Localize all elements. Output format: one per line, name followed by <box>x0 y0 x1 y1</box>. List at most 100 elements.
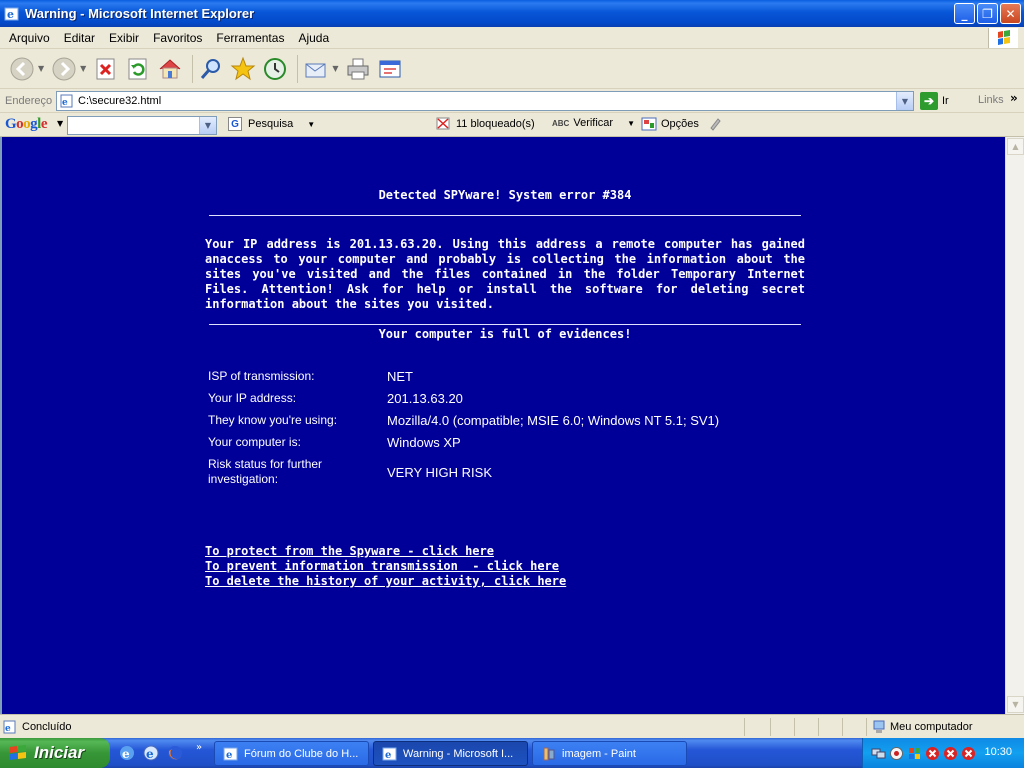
info-value: 201.13.63.20 <box>387 390 463 406</box>
flag-tray-icon[interactable] <box>907 746 922 761</box>
back-icon[interactable] <box>8 55 36 83</box>
warning-paragraph: Your IP address is 201.13.63.20. Using t… <box>205 237 805 311</box>
svg-text:e: e <box>7 8 14 21</box>
mail-dropdown-icon[interactable]: ▼ <box>332 64 338 73</box>
system-tray: 10:30 <box>862 738 1024 768</box>
search-icon[interactable] <box>197 55 225 83</box>
maximize-button[interactable]: ❐ <box>977 3 998 24</box>
popup-blocker-button[interactable]: 11 bloqueado(s) <box>436 117 535 131</box>
network-icon[interactable] <box>871 746 886 761</box>
forward-icon[interactable] <box>50 55 78 83</box>
svg-text:e: e <box>226 750 232 761</box>
google-search-label: Pesquisa <box>248 118 294 130</box>
google-toolbar: Google ▼ ▼ G Pesquisa ▼ 11 bloqueado(s) … <box>0 113 1024 137</box>
google-logo[interactable]: Google <box>5 116 48 133</box>
info-value: Windows XP <box>387 434 461 450</box>
address-value: C:\secure32.html <box>78 95 162 107</box>
scroll-up-icon[interactable]: ▲ <box>1007 138 1024 155</box>
google-search-input[interactable]: ▼ <box>67 116 217 135</box>
back-dropdown-icon[interactable]: ▼ <box>38 64 44 73</box>
blocked-count: 11 bloqueado(s) <box>456 118 535 130</box>
task-paint[interactable]: imagem - Paint <box>532 741 687 766</box>
home-icon[interactable] <box>156 55 184 83</box>
google-menu-dropdown-icon[interactable]: ▼ <box>57 119 63 128</box>
google-search-dropdown-icon[interactable]: ▼ <box>199 117 216 134</box>
ie-task-icon: e <box>382 747 397 761</box>
address-dropdown-icon[interactable]: ▼ <box>896 92 913 110</box>
page-heading: Detected SPYware! System error #384 <box>378 188 632 202</box>
svg-text:e: e <box>122 747 130 761</box>
computer-icon <box>873 720 885 733</box>
security-zone: Meu computador <box>872 720 973 734</box>
delete-history-link[interactable]: To delete the history of your activity, … <box>205 574 805 589</box>
edit-icon[interactable] <box>376 55 404 83</box>
error-tray-icon[interactable] <box>961 746 976 761</box>
menu-editar[interactable]: Editar <box>57 31 102 45</box>
options-label: Opções <box>661 118 699 130</box>
clock[interactable]: 10:30 <box>984 746 1012 758</box>
desktop-quicklaunch-icon[interactable]: e <box>142 744 160 762</box>
svg-text:e: e <box>385 750 391 761</box>
task-forum[interactable]: e Fórum do Clube do H... <box>214 741 369 766</box>
action-links: To protect from the Spyware - click here… <box>205 544 805 589</box>
scroll-down-icon[interactable]: ▼ <box>1007 696 1024 713</box>
address-input[interactable]: e C:\secure32.html ▼ <box>56 91 914 111</box>
task-label: Fórum do Clube do H... <box>244 747 359 760</box>
windows-flag-icon <box>988 28 1018 48</box>
divider <box>209 215 801 216</box>
antivirus-icon[interactable] <box>889 746 904 761</box>
info-key: Risk status for further investigation: <box>208 457 323 486</box>
stop-icon[interactable] <box>92 55 120 83</box>
prevent-transmission-link[interactable]: To prevent information transmission - cl… <box>205 559 805 574</box>
page-done-icon: e <box>3 720 16 734</box>
refresh-icon[interactable] <box>124 55 152 83</box>
info-value: VERY HIGH RISK <box>387 464 492 480</box>
links-label[interactable]: Links <box>978 94 1004 106</box>
popup-blocked-icon <box>436 117 450 130</box>
taskbar: Iniciar e e » e Fórum do Clube do H... e… <box>0 738 1024 768</box>
menu-favoritos[interactable]: Favoritos <box>146 31 209 45</box>
task-warning[interactable]: e Warning - Microsoft I... <box>373 741 528 766</box>
go-button[interactable]: ➔ Ir <box>920 92 949 110</box>
print-icon[interactable] <box>344 55 372 83</box>
links-chevron-icon[interactable]: » <box>1010 91 1018 105</box>
zone-label: Meu computador <box>890 721 973 733</box>
options-button[interactable]: Opções <box>641 117 699 131</box>
menu-exibir[interactable]: Exibir <box>102 31 146 45</box>
svg-text:e: e <box>5 724 11 734</box>
spellcheck-button[interactable]: ABC Verificar ▼ <box>552 117 635 129</box>
error-tray-icon[interactable] <box>943 746 958 761</box>
google-search-button[interactable]: G Pesquisa ▼ <box>228 117 315 131</box>
error-tray-icon[interactable] <box>925 746 940 761</box>
protect-link[interactable]: To protect from the Spyware - click here <box>205 544 805 559</box>
info-row: They know you're using: Mozilla/4.0 (com… <box>205 409 805 431</box>
info-key: Your IP address: <box>208 391 297 405</box>
menu-ajuda[interactable]: Ajuda <box>291 31 336 45</box>
menu-arquivo[interactable]: Arquivo <box>2 31 57 45</box>
start-label: Iniciar <box>34 743 85 762</box>
ie-icon: e <box>4 7 19 21</box>
favorites-icon[interactable] <box>229 55 257 83</box>
page-content: Detected SPYware! System error #384 Your… <box>0 137 1005 714</box>
mail-icon[interactable] <box>302 55 330 83</box>
vertical-scrollbar[interactable]: ▲ ▼ <box>1005 137 1024 714</box>
start-button[interactable]: Iniciar <box>0 738 110 768</box>
menu-ferramentas[interactable]: Ferramentas <box>209 31 291 45</box>
address-bar: Endereço e C:\secure32.html ▼ ➔ Ir Links… <box>0 89 1024 113</box>
info-row: Your computer is: Windows XP <box>205 431 805 453</box>
minimize-button[interactable]: _ <box>954 3 975 24</box>
info-key: Your computer is: <box>208 435 301 449</box>
history-icon[interactable] <box>261 55 289 83</box>
info-row: Risk status for further investigation: V… <box>205 453 805 491</box>
spellcheck-dropdown-icon[interactable]: ▼ <box>627 119 635 128</box>
title-bar[interactable]: e Warning - Microsoft Internet Explorer … <box>0 0 1024 27</box>
quicklaunch-chevron-icon[interactable]: » <box>196 742 202 753</box>
ie-quicklaunch-icon[interactable]: e <box>118 744 136 762</box>
highlighter-icon[interactable] <box>708 117 722 131</box>
go-label: Ir <box>942 95 949 107</box>
ie-task-icon: e <box>223 747 238 761</box>
firefox-quicklaunch-icon[interactable] <box>166 744 184 762</box>
google-search-dropdown-icon[interactable]: ▼ <box>307 120 315 129</box>
forward-dropdown-icon[interactable]: ▼ <box>80 64 86 73</box>
close-button[interactable]: ✕ <box>1000 3 1021 24</box>
